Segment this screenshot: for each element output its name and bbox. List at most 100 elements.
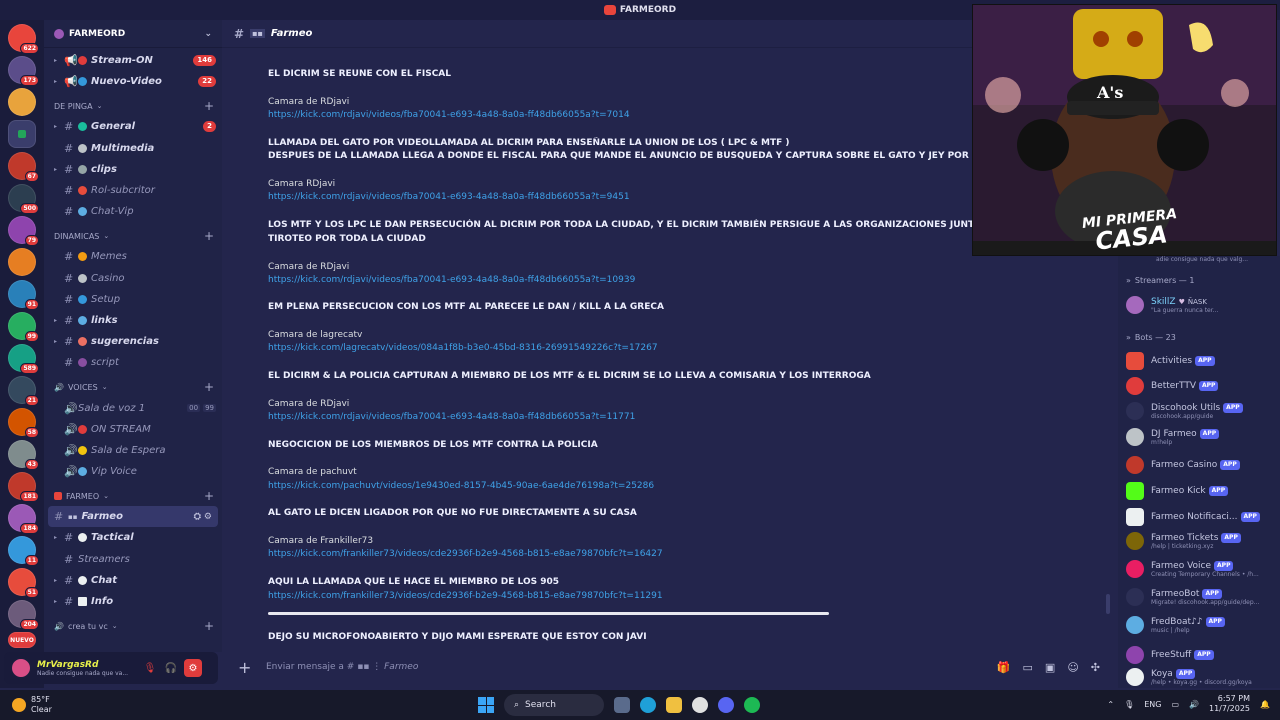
category-farmeo[interactable]: FARMEO ⌄ + [44,486,222,506]
message-link[interactable]: https://kick.com/lagrecatv/videos/084a1f… [268,342,1122,356]
category-crea-tu-vc[interactable]: 🔊 crea tu vc ⌄ + [44,616,222,636]
voice-channel-vip-voice[interactable]: 🔊 Vip Voice [44,461,222,482]
emoji-icon[interactable]: ☺ [1067,661,1078,674]
server-icon[interactable]: 589 [8,344,39,374]
member-item[interactable]: Koya APP/help • koya.gg • discord.gg/koya [1118,668,1280,686]
member-item[interactable]: Discohook Utils APP discohook.app/guide [1118,402,1280,420]
channel-links[interactable]: ▸ # links [44,310,222,331]
add-channel-icon[interactable]: + [204,489,214,503]
taskbar-search[interactable]: ⌕ Search [504,694,604,716]
member-item[interactable]: Farmeo Tickets APP/help | ticketking.xyz [1118,532,1280,550]
message-link[interactable]: https://kick.com/pachuvt/videos/1e9430ed… [268,480,1122,494]
avatar[interactable] [10,657,32,679]
chevron-up-icon[interactable]: ⌃ [1107,700,1114,709]
weather-widget[interactable]: 85°F Clear [0,695,200,715]
channel-script[interactable]: # script [44,352,222,373]
member-item[interactable]: DJ Farmeo APP m!help [1118,428,1280,446]
channel-multimedia[interactable]: # Multimedia [44,138,222,159]
server-icon[interactable]: 622 [8,24,39,54]
member-item[interactable]: Farmeo Casino APP [1118,456,1280,474]
server-icon[interactable]: 67 [8,152,39,182]
server-icon[interactable]: 79 [8,216,39,246]
channel-tactical[interactable]: ▸ # Tactical [44,527,222,548]
mic-icon[interactable]: 🎙 [1124,700,1134,709]
server-icon[interactable]: 181 [8,472,39,502]
folder-icon[interactable] [666,697,682,713]
gear-icon[interactable]: ⚙ [204,512,212,522]
server-icon[interactable] [8,88,36,116]
category-dinamicas[interactable]: DINAMICAS ⌄ + [44,226,222,246]
message-link[interactable]: https://kick.com/frankiller73/videos/cde… [268,548,1122,562]
server-icon[interactable]: 173 [8,56,39,86]
message-input[interactable]: Enviar mensaje a # ▪▪ ⋮ Farmeo [266,662,985,672]
server-icon[interactable]: 58 [8,408,39,438]
channel-clips[interactable]: ▸ # clips [44,159,222,180]
spotify-icon[interactable] [744,697,760,713]
channel-general[interactable]: ▸ # General 2 [44,116,222,137]
message-link[interactable]: https://kick.com/rdjavi/videos/fba70041-… [268,274,1122,288]
invite-icon[interactable]: ⛭ [194,512,201,522]
voice-channel-sala-de-espera[interactable]: 🔊 Sala de Espera [44,440,222,461]
server-icon[interactable]: 99 [8,312,39,342]
server-icon[interactable]: 21 [8,376,39,406]
channel-farmeo[interactable]: # ▪▪ Farmeo ⛭ ⚙ [48,506,218,528]
windows-start-icon[interactable] [478,697,494,713]
apps-icon[interactable]: ✣ [1091,661,1100,674]
add-channel-icon[interactable]: + [204,229,214,243]
member-item[interactable]: FarmeoBot APP Migrate! discohook.app/guide… [1118,588,1280,606]
member-item[interactable]: Farmeo Kick APP [1118,482,1280,500]
deafened-icon[interactable]: 🎧 [163,660,179,676]
voice-channel-sala-de-voz-1[interactable]: 🔊 Sala de voz 1 00 99 [44,397,222,418]
chrome-icon[interactable] [692,697,708,713]
member-item[interactable]: FredBoat♪♪ APP music | /help [1118,616,1280,634]
edge-icon[interactable] [640,697,656,713]
member-item[interactable]: FreeStuff APP [1118,646,1280,664]
gif-icon[interactable]: ▭ [1023,661,1033,674]
message-composer[interactable]: + Enviar mensaje a # ▪▪ ⋮ Farmeo 🎁 ▭ ▣ ☺… [228,654,1110,680]
channel-nuevo-video[interactable]: ▸ 📢 Nuevo-Video 22 [44,71,222,92]
server-icon[interactable]: 43 [8,440,39,470]
channel-streamers[interactable]: # Streamers [44,549,222,570]
gear-icon[interactable]: ⚙ [184,659,202,677]
channel-setup[interactable]: # Setup [44,289,222,310]
message-link[interactable]: https://kick.com/frankiller73/videos/cde… [268,590,1122,604]
channel-chat-vip[interactable]: # Chat-Vip [44,201,222,222]
server-icon[interactable]: 51 [8,568,39,598]
server-icon[interactable]: 500 [8,184,39,214]
message-link[interactable]: https://kick.com/rdjavi/videos/fba70041-… [268,411,1122,425]
member-item[interactable]: Farmeo Voice APP Creating Temporary Channe… [1118,560,1280,578]
discord-icon[interactable] [718,697,734,713]
scrollbar[interactable] [1106,594,1110,614]
server-icon[interactable] [8,120,36,148]
channel-casino[interactable]: # Casino [44,268,222,289]
mic-muted-icon[interactable]: 🎙 [142,660,158,676]
add-channel-icon[interactable]: + [204,380,214,394]
sticker-icon[interactable]: ▣ [1045,661,1055,674]
member-item[interactable]: SkillZ ♥ ÑASK "La guerra nunca ter... [1118,296,1280,314]
server-icon[interactable]: 91 [8,280,39,310]
channel-rol-subcritor[interactable]: # Rol-subcritor [44,180,222,201]
server-icon[interactable]: 204 [8,600,39,630]
new-servers-pill[interactable]: NUEVO [8,632,36,648]
wifi-icon[interactable]: ▭ [1171,700,1179,709]
add-attachment-icon[interactable]: + [238,658,254,677]
member-item[interactable]: Farmeo Notificaci... APP [1118,508,1280,526]
category-de-pinga[interactable]: DE PINGA ⌄ + [44,96,222,116]
volume-icon[interactable]: 🔊 [1189,700,1199,709]
add-channel-icon[interactable]: + [204,619,214,633]
server-icon[interactable] [8,248,36,276]
add-channel-icon[interactable]: + [204,99,214,113]
gift-icon[interactable]: 🎁 [997,661,1011,674]
channel-chat[interactable]: ▸ # Chat [44,570,222,591]
server-icon[interactable]: 11 [8,536,39,566]
channel-stream-on[interactable]: ▸ 📢 Stream-ON 146 [44,50,222,71]
server-header[interactable]: FARMEORD ⌄ [44,20,222,48]
channel-sugerencias[interactable]: ▸ # sugerencias [44,331,222,352]
notification-bell-icon[interactable]: 🔔 [1260,700,1270,709]
task-view-icon[interactable] [614,697,630,713]
clock[interactable]: 6:57 PM 11/7/2025 [1209,694,1250,714]
channel-info[interactable]: ▸ # Info [44,591,222,612]
channel-memes[interactable]: # Memes [44,246,222,267]
voice-channel-on-stream[interactable]: 🔊 ON STREAM [44,419,222,440]
category-voices[interactable]: 🔊 VOICES ⌄ + [44,377,222,397]
